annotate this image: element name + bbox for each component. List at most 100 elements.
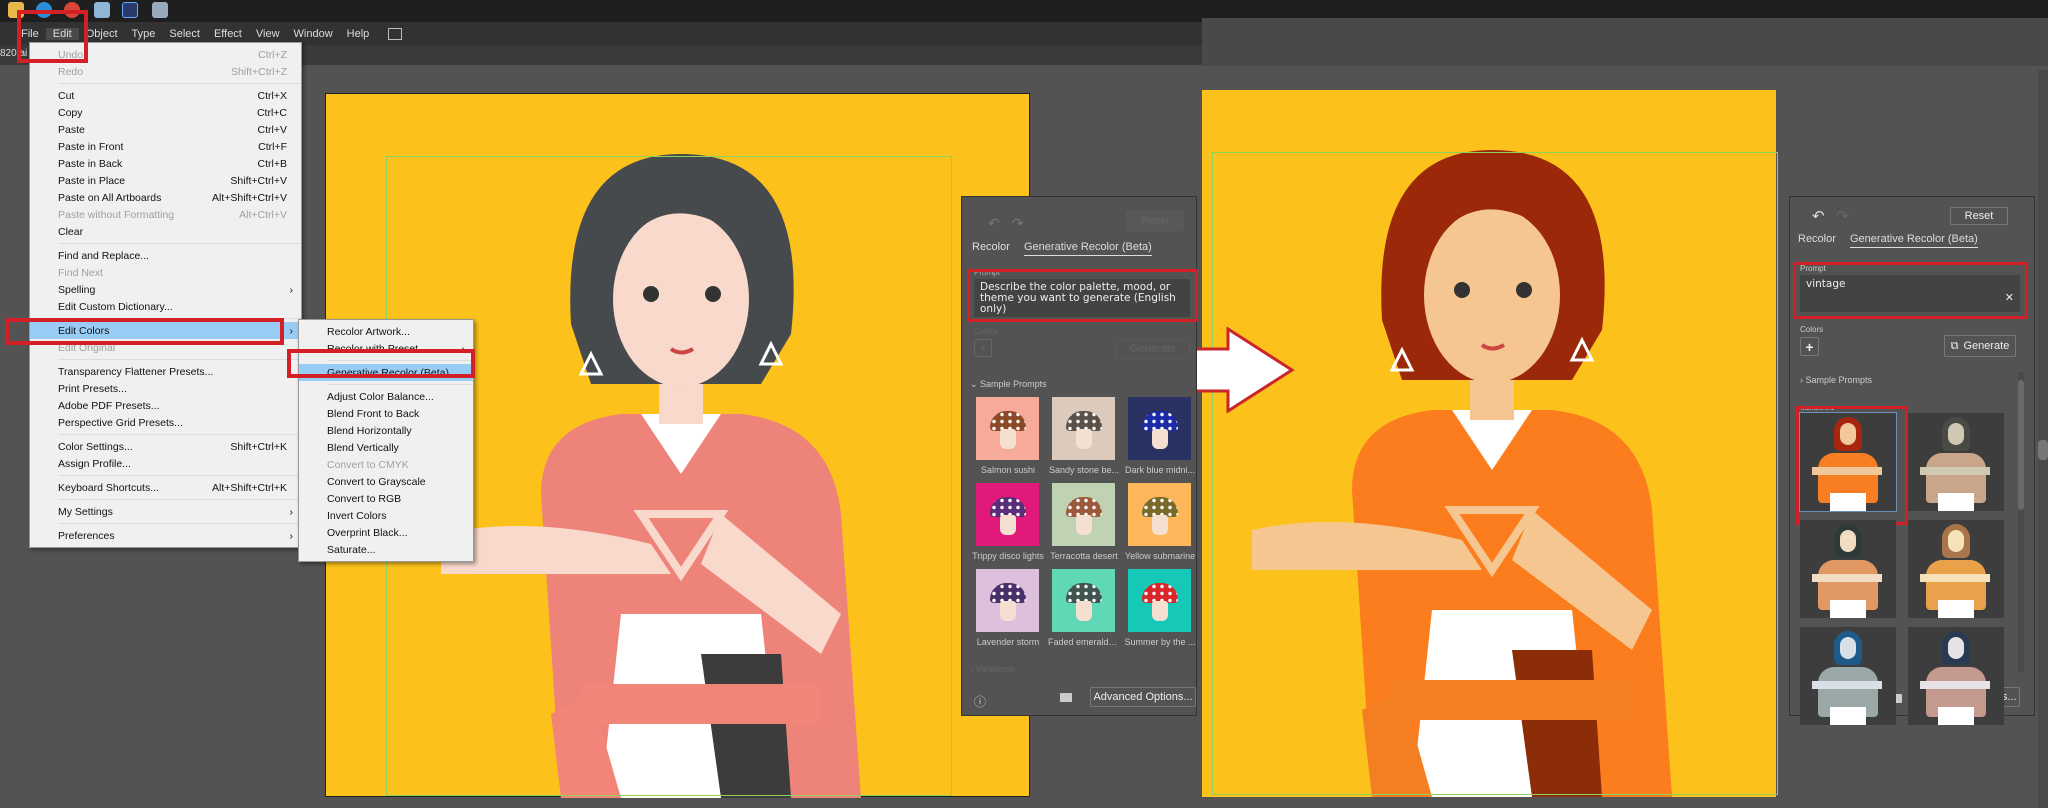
menu-item-transparency-flattener-presets[interactable]: Transparency Flattener Presets...	[30, 363, 301, 380]
menu-item-print-presets[interactable]: Print Presets...	[30, 380, 301, 397]
undo-icon[interactable]: ↶	[988, 215, 1000, 232]
sample-prompt-thumb[interactable]	[1052, 397, 1115, 460]
menu-help[interactable]: Help	[340, 28, 377, 40]
variation-thumb[interactable]	[1908, 520, 2004, 618]
menu-item-paste-in-place[interactable]: Paste in Place Shift+Ctrl+V	[30, 172, 301, 189]
menu-effect[interactable]: Effect	[207, 28, 249, 40]
sample-prompt-thumb[interactable]	[976, 483, 1039, 546]
menu-item-label: Blend Front to Back	[327, 407, 420, 420]
menu-item-color-settings[interactable]: Color Settings... Shift+Ctrl+K	[30, 438, 301, 455]
menu-item-recolor-artwork[interactable]: Recolor Artwork...	[299, 323, 473, 340]
menu-item-blend-front-to-back[interactable]: Blend Front to Back	[299, 405, 473, 422]
menu-item-label: Preferences	[58, 529, 115, 542]
variation-thumb[interactable]	[1799, 412, 1897, 512]
sample-prompt-thumb[interactable]	[1128, 483, 1191, 546]
undo-icon[interactable]: ↶	[1812, 207, 1825, 225]
menu-item-shortcut: Shift+Ctrl+Z	[230, 65, 287, 78]
scrollbar-thumb[interactable]	[2018, 380, 2024, 510]
redo-icon[interactable]: ↷	[1012, 215, 1024, 232]
menu-item-paste-in-back[interactable]: Paste in Back Ctrl+B	[30, 155, 301, 172]
sample-prompt-label: Sandy stone be...	[1048, 465, 1120, 475]
sample-prompt-thumb[interactable]	[976, 397, 1039, 460]
sample-prompt-thumb[interactable]	[976, 569, 1039, 632]
generate-button[interactable]: Generate	[1116, 339, 1190, 359]
menu-item-redo[interactable]: Redo Shift+Ctrl+Z	[30, 63, 301, 80]
menu-item-find-next[interactable]: Find Next	[30, 264, 301, 281]
tab-recolor[interactable]: Recolor	[1798, 233, 1836, 245]
generate-button[interactable]: ⧉ Generate	[1944, 335, 2016, 357]
tab-recolor[interactable]: Recolor	[972, 241, 1010, 253]
tab-generative-recolor[interactable]: Generative Recolor (Beta)	[1850, 233, 1978, 248]
menu-select[interactable]: Select	[162, 28, 207, 40]
folder-icon[interactable]	[1060, 693, 1072, 702]
variation-thumb[interactable]	[1908, 627, 2004, 725]
sample-prompt-thumb[interactable]	[1128, 397, 1191, 460]
menu-item-label: Adobe PDF Presets...	[58, 399, 160, 412]
artboard-right[interactable]	[1202, 90, 1778, 797]
menu-item-adjust-color-balance[interactable]: Adjust Color Balance...	[299, 388, 473, 405]
info-icon[interactable]: ⓘ	[974, 693, 986, 710]
menu-item-convert-to-grayscale[interactable]: Convert to Grayscale	[299, 473, 473, 490]
selection-bounds	[1212, 152, 1778, 795]
variation-thumb[interactable]	[1800, 520, 1896, 618]
menu-item-clear[interactable]: Clear	[30, 223, 301, 240]
scrollbar-thumb[interactable]	[2038, 440, 2048, 460]
taskbar	[0, 0, 1202, 22]
sample-prompt-thumb[interactable]	[1052, 483, 1115, 546]
sample-prompts-toggle[interactable]: › Sample Prompts	[1800, 375, 1872, 385]
sample-prompts-toggle[interactable]: ⌄ Sample Prompts	[970, 379, 1047, 390]
illustrator-icon[interactable]	[122, 2, 138, 18]
redo-icon[interactable]: ↷	[1836, 207, 1849, 225]
reset-button[interactable]: Reset	[1126, 211, 1184, 231]
menu-item-shortcut: Shift+Ctrl+V	[230, 174, 287, 187]
window-scrollbar[interactable]	[2038, 70, 2048, 808]
menu-item-paste-on-all-artboards[interactable]: Paste on All Artboards Alt+Shift+Ctrl+V	[30, 189, 301, 206]
sample-prompt-thumb[interactable]	[1052, 569, 1115, 632]
mushroom-cap	[1066, 583, 1102, 603]
tab-generative-recolor[interactable]: Generative Recolor (Beta)	[1024, 241, 1152, 256]
menu-item-paste-in-front[interactable]: Paste in Front Ctrl+F	[30, 138, 301, 155]
generate-icon: ⧉	[1950, 339, 1959, 352]
menu-view[interactable]: View	[249, 28, 287, 40]
menu-item-perspective-grid-presets[interactable]: Perspective Grid Presets...	[30, 414, 301, 431]
notepad-icon[interactable]	[94, 2, 110, 18]
add-color-button[interactable]: +	[1800, 337, 1819, 356]
menu-item-blend-vertically[interactable]: Blend Vertically	[299, 439, 473, 456]
variations-toggle[interactable]: › Variations	[970, 664, 1015, 674]
menu-item-edit-custom-dictionary[interactable]: Edit Custom Dictionary...	[30, 298, 301, 315]
menu-item-find-and-replace[interactable]: Find and Replace...	[30, 247, 301, 264]
menu-item-paste[interactable]: Paste Ctrl+V	[30, 121, 301, 138]
menu-item-convert-to-cmyk[interactable]: Convert to CMYK	[299, 456, 473, 473]
reset-button[interactable]: Reset	[1950, 207, 2008, 225]
menu-item-invert-colors[interactable]: Invert Colors	[299, 507, 473, 524]
menu-item-cut[interactable]: Cut Ctrl+X	[30, 87, 301, 104]
arrange-documents-icon[interactable]	[388, 27, 403, 40]
menu-item-blend-horizontally[interactable]: Blend Horizontally	[299, 422, 473, 439]
sample-prompt-thumb[interactable]	[1128, 569, 1191, 632]
menu-separator	[58, 243, 301, 244]
mushroom-cap	[1142, 583, 1178, 603]
variation-thumb[interactable]	[1800, 627, 1896, 725]
menu-item-assign-profile[interactable]: Assign Profile...	[30, 455, 301, 472]
menu-item-preferences[interactable]: Preferences ›	[30, 527, 301, 544]
variation-thumb[interactable]	[1908, 413, 2004, 511]
mushroom-stem	[1000, 601, 1016, 621]
menu-item-keyboard-shortcuts[interactable]: Keyboard Shortcuts... Alt+Shift+Ctrl+K	[30, 479, 301, 496]
menu-item-paste-without-formatting[interactable]: Paste without Formatting Alt+Ctrl+V	[30, 206, 301, 223]
menu-type[interactable]: Type	[125, 28, 163, 40]
menu-item-my-settings[interactable]: My Settings ›	[30, 503, 301, 520]
menu-item-saturate[interactable]: Saturate...	[299, 541, 473, 558]
menu-item-overprint-black[interactable]: Overprint Black...	[299, 524, 473, 541]
menu-item-adobe-pdf-presets[interactable]: Adobe PDF Presets...	[30, 397, 301, 414]
menu-item-spelling[interactable]: Spelling ›	[30, 281, 301, 298]
menu-window[interactable]: Window	[287, 28, 340, 40]
menu-item-convert-to-rgb[interactable]: Convert to RGB	[299, 490, 473, 507]
variations-scrollbar[interactable]	[2018, 372, 2024, 672]
menu-item-label: Recolor Artwork...	[327, 325, 410, 338]
app-icon[interactable]	[152, 2, 168, 18]
menu-item-label: Clear	[58, 225, 84, 238]
menu-item-copy[interactable]: Copy Ctrl+C	[30, 104, 301, 121]
mushroom-stem	[1152, 515, 1168, 535]
advanced-options-button[interactable]: Advanced Options...	[1090, 687, 1196, 707]
add-color-button[interactable]: +	[974, 339, 992, 357]
